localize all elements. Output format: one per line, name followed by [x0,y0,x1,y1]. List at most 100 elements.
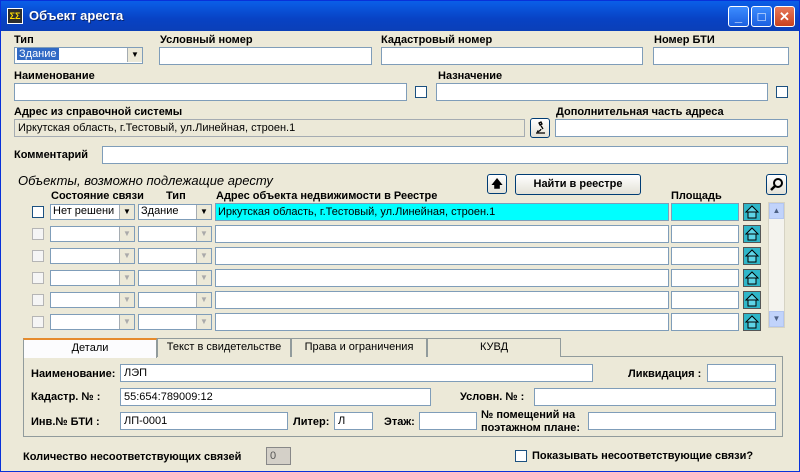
row-area[interactable] [671,291,739,309]
row-checkbox[interactable] [32,250,44,262]
show-mismatch-checkbox[interactable] [515,450,527,462]
row-house-button[interactable] [743,203,761,221]
purpose-label: Назначение [438,70,503,82]
bti-input[interactable] [653,47,789,65]
tab-kuvd[interactable]: КУВД [427,338,561,357]
maximize-icon: □ [757,9,766,24]
row-house-button[interactable] [743,313,761,331]
cond-number-input[interactable] [159,47,372,65]
row-area[interactable] [671,225,739,243]
row-address[interactable] [215,291,669,309]
row-type-select[interactable]: ▼ [138,226,212,242]
row-type-select[interactable]: ▼ [138,292,212,308]
liquidation-input[interactable] [707,364,776,382]
comment-input[interactable] [102,146,788,164]
liter-label: Литер: [293,416,330,428]
chevron-down-icon: ▼ [119,227,134,241]
row-address[interactable] [215,225,669,243]
detail-cond-input[interactable] [534,388,776,406]
minimize-button[interactable]: _ [728,6,749,27]
maximize-button[interactable]: □ [751,6,772,27]
row-state-value: Нет решени [53,205,115,217]
row-address[interactable] [215,269,669,287]
rooms-label: № помещений на поэтажном плане: [481,409,581,434]
window-title: Объект ареста [29,8,124,23]
row-checkbox[interactable] [32,228,44,240]
row-house-button[interactable] [743,291,761,309]
row-state-select[interactable]: ▼ [50,270,135,286]
row-house-button[interactable] [743,247,761,265]
row-house-button[interactable] [743,225,761,243]
col-state-header: Состояние связи [51,190,144,202]
row-area[interactable] [671,269,739,287]
liter-input[interactable]: Л [334,412,373,430]
cadastral-input[interactable] [381,47,643,65]
detail-bti-input[interactable]: ЛП-0001 [120,412,288,430]
type-select-value: Здание [17,48,59,60]
tab-details[interactable]: Детали [23,338,157,358]
show-mismatch-label: Показывать несоответствующие связи? [532,450,754,462]
tab-rights[interactable]: Права и ограничения [291,338,427,357]
row-address[interactable]: Иркутская область, г.Тестовый, ул.Линейн… [215,203,669,221]
tab-certificate-text[interactable]: Текст в свидетельстве [157,338,291,357]
chevron-down-icon: ▼ [127,48,142,62]
row-checkbox[interactable] [32,316,44,328]
row-state-select[interactable]: ▼ [50,314,135,330]
up-button[interactable]: 🡅 [487,174,507,194]
rooms-input[interactable] [588,412,776,430]
chevron-down-icon: ▼ [196,227,211,241]
chevron-down-icon: ▼ [119,315,134,329]
row-house-button[interactable] [743,269,761,287]
col-type-header: Тип [166,190,186,202]
row-state-select[interactable]: ▼ [50,248,135,264]
liquidation-label: Ликвидация : [628,368,702,380]
row-area[interactable] [671,247,739,265]
chevron-down-icon: ▼ [196,293,211,307]
row-checkbox[interactable] [32,206,44,218]
title-bar: ΣΣ Объект ареста _ □ ✕ [1,1,799,31]
house-icon [744,205,760,219]
row-address[interactable] [215,313,669,331]
search-button[interactable] [766,174,787,195]
scroll-down-button[interactable]: ▼ [769,311,784,327]
address-lookup-button[interactable] [530,118,550,138]
chevron-down-icon: ▼ [772,314,781,323]
minimize-icon: _ [734,9,743,24]
row-address[interactable] [215,247,669,265]
name-checkbox[interactable] [415,86,427,98]
row-checkbox[interactable] [32,294,44,306]
floor-label: Этаж: [384,416,415,428]
scroll-up-button[interactable]: ▲ [769,203,784,219]
detail-name-input[interactable]: ЛЭП [120,364,593,382]
find-in-registry-button[interactable]: Найти в реестре [515,174,641,195]
address-input[interactable]: Иркутская область, г.Тестовый, ул.Линейн… [14,119,525,137]
purpose-input[interactable] [436,83,768,101]
extra-address-label: Дополнительная часть адреса [556,106,724,118]
objects-scrollbar[interactable]: ▲ ▼ [768,202,785,328]
row-area[interactable] [671,313,739,331]
detail-cad-input[interactable]: 55:654:789009:12 [120,388,431,406]
row-type-select[interactable]: ▼ [138,270,212,286]
mismatch-count: 0 [266,447,291,465]
row-checkbox[interactable] [32,272,44,284]
row-type-value: Здание [141,205,179,217]
purpose-checkbox[interactable] [776,86,788,98]
name-input[interactable] [14,83,407,101]
extra-address-input[interactable] [555,119,788,137]
row-state-select[interactable]: Нет решени ▼ [50,204,135,220]
chevron-down-icon: ▼ [119,249,134,263]
floor-input[interactable] [419,412,477,430]
detail-bti-label: Инв.№ БТИ : [31,416,100,428]
chevron-down-icon: ▼ [196,249,211,263]
house-icon [744,249,760,263]
search-icon [770,178,783,191]
house-icon [744,271,760,285]
row-type-select[interactable]: ▼ [138,314,212,330]
row-state-select[interactable]: ▼ [50,292,135,308]
row-state-select[interactable]: ▼ [50,226,135,242]
close-button[interactable]: ✕ [774,6,795,27]
row-type-select[interactable]: ▼ [138,248,212,264]
type-select[interactable]: Здание ▼ [14,47,143,64]
row-type-select[interactable]: Здание ▼ [138,204,212,220]
row-area[interactable] [671,203,739,221]
